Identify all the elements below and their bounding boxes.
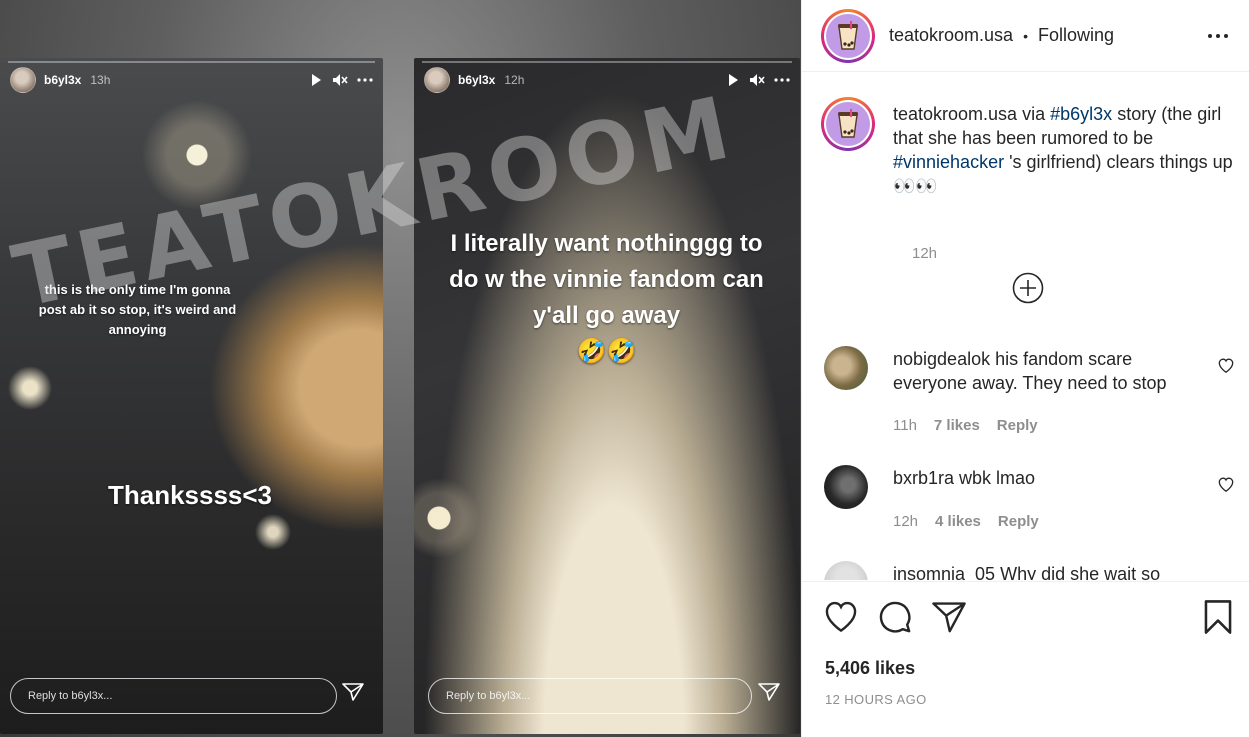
commenter-username[interactable]: nobigdealok [893,349,990,369]
story-more-icon [357,78,373,82]
story-header: b6yl3x 12h [424,66,790,94]
header-separator: • [1023,27,1028,44]
story-caption-emoji: 🤣🤣 [576,338,637,365]
story-username: b6yl3x [44,73,82,87]
more-options-button[interactable] [1206,22,1230,46]
story-username: b6yl3x [458,73,496,87]
story-more-icon [774,78,790,82]
post-media[interactable]: b6yl3x 13h this is the only time I'm gon… [0,0,801,737]
paper-plane-icon [932,601,966,638]
comment-likes[interactable]: 4 likes [935,513,981,530]
comment-meta: 12h 4 likes Reply [893,513,1039,530]
comments-section[interactable]: teatokroom.usa via #b6yl3x story (the gi… [802,73,1249,580]
commenter-avatar[interactable] [824,465,868,509]
more-icon [1208,25,1228,43]
story-reply-field: Reply to b6yl3x... [428,678,752,714]
comment-time[interactable]: 12h [893,513,918,530]
story-avatar [424,67,450,93]
comment-icon [878,600,912,639]
play-icon [726,73,740,87]
caption-username[interactable]: teatokroom.usa [893,104,1017,124]
caption-via: via [1022,104,1046,124]
story-caption-bottom: Thankssss<3 [107,480,273,510]
commenter-avatar[interactable] [824,561,868,580]
likes-count[interactable]: 5,406 likes [825,658,915,679]
comment-body: Why did she wait so [1000,564,1161,580]
load-more-comments-button[interactable] [1012,272,1044,304]
story-time: 13h [90,73,111,87]
story-send-icon [758,682,780,707]
comment-time[interactable]: 11h [893,417,917,434]
mute-icon [332,73,348,87]
commenter-username[interactable]: insomnia_05 [893,564,995,580]
comment-body: wbk lmao [959,468,1036,488]
story-send-icon [342,682,364,707]
post-actions: 5,406 likes 12 HOURS AGO [802,581,1249,737]
caption-text: teatokroom.usa via #b6yl3x story (the gi… [893,102,1238,198]
comment-likes[interactable]: 7 likes [934,417,980,434]
comment-like-heart-icon[interactable] [1218,477,1234,497]
story-time: 12h [504,73,525,87]
like-button[interactable] [823,601,859,637]
teatokroom-logo [826,102,870,146]
story-caption-top: I literally want nothinggg to do w the v… [434,226,779,370]
story-caption-text: I literally want nothinggg to do w the v… [449,230,764,329]
story-screenshot-2: b6yl3x 12h I literally want nothinggg to… [414,58,800,734]
story-progress-bar [8,61,375,63]
share-button[interactable] [931,601,967,637]
story-avatar [10,67,36,93]
reply-button[interactable]: Reply [998,513,1039,530]
author-avatar[interactable] [821,8,875,63]
comment-button[interactable] [877,601,913,637]
caption-time[interactable]: 12h [912,245,937,262]
heart-icon [824,601,858,637]
story-caption-top: this is the only time I'm gonna post ab … [38,282,237,337]
caption-emoji: 👀👀 [893,176,938,196]
post-header: teatokroom.usa • Following [802,0,1249,72]
story-progress-bar [422,61,792,63]
comment-text: nobigdealok his fandom scare everyone aw… [893,347,1193,395]
caption-author-avatar[interactable] [821,97,875,151]
hashtag-link[interactable]: #b6yl3x [1050,104,1112,124]
comment-text: insomnia_05 Why did she wait so [893,562,1223,580]
comment-meta: 11h 7 likes Reply [893,417,1038,434]
caption-body: 's girlfriend) clears things up [1009,152,1233,172]
commenter-avatar[interactable] [824,346,868,390]
following-button[interactable]: Following [1038,25,1114,46]
comment-text: bxrb1ra wbk lmao [893,466,1193,490]
save-button[interactable] [1200,599,1236,639]
post-timestamp[interactable]: 12 HOURS AGO [825,692,927,707]
comment-like-heart-icon[interactable] [1218,358,1234,378]
story-reply-field: Reply to b6yl3x... [10,678,337,714]
post-sidebar: teatokroom.usa • Following teatokroom.us… [801,0,1249,737]
bookmark-icon [1203,599,1233,639]
story-header: b6yl3x 13h [10,66,373,94]
teatokroom-logo [826,13,870,58]
plus-circle-icon [1012,272,1044,308]
commenter-username[interactable]: bxrb1ra [893,468,954,488]
mute-icon [749,73,765,87]
story-screenshot-1: b6yl3x 13h this is the only time I'm gon… [0,58,383,734]
reply-button[interactable]: Reply [997,417,1038,434]
play-icon [309,73,323,87]
author-username[interactable]: teatokroom.usa [889,25,1013,46]
hashtag-link[interactable]: #vinniehacker [893,152,1004,172]
